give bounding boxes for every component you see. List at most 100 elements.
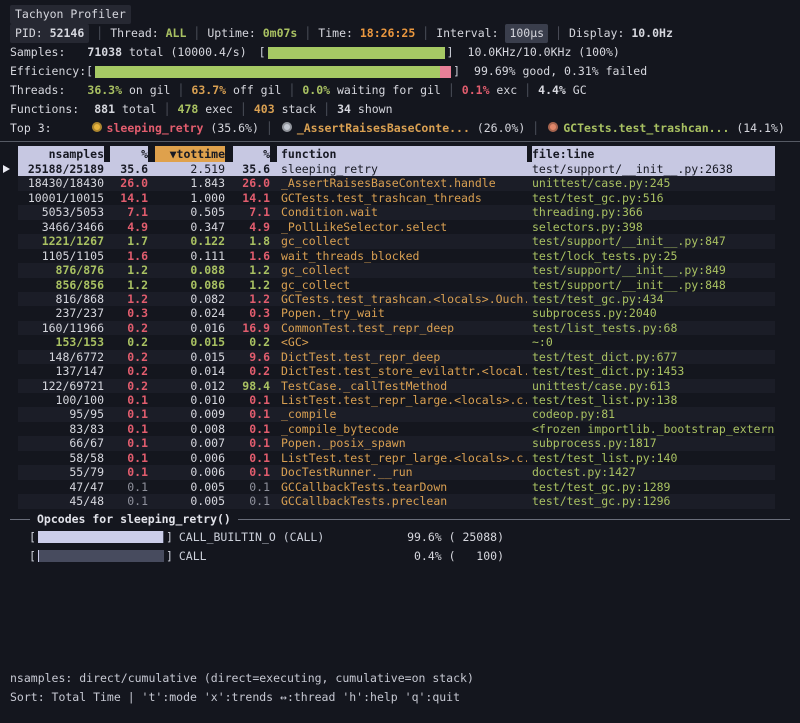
table-row[interactable]: 122/697210.20.01298.4TestCase._callTestM… — [0, 379, 800, 393]
cell-percent-direct: 0.1 — [110, 407, 148, 421]
cell-gap — [148, 393, 155, 407]
table-row[interactable]: 153/1530.20.0150.2<GC>~:0 — [0, 335, 800, 349]
row-gutter — [0, 191, 18, 205]
opcodes-title: Opcodes for sleeping_retry() — [37, 512, 231, 526]
column-header-tottime-sorted[interactable]: ▼tottime — [155, 146, 225, 162]
column-header-percent-2[interactable]: % — [233, 146, 270, 162]
cell-nsamples: 10001/10015 — [18, 191, 104, 205]
threads-line: Threads:36.3% on gil63.7% off gil0.0% wa… — [10, 81, 800, 100]
row-cells: 25188/2518935.62.51935.6sleeping_retryte… — [18, 162, 775, 176]
bar-open-bracket: [ — [86, 62, 93, 81]
cell-gap — [148, 422, 155, 436]
cell-file-line: test/support/__init__.py:847 — [532, 234, 775, 248]
table-row[interactable]: 25188/2518935.62.51935.6sleeping_retryte… — [0, 162, 800, 176]
cell-percent-direct: 0.3 — [110, 306, 148, 320]
table-row[interactable]: 856/8561.20.0861.2gc_collecttest/support… — [0, 278, 800, 292]
cell-function: <GC> — [277, 335, 527, 349]
opcode-bar-fill — [38, 550, 39, 562]
cell-percent-cumulative: 1.2 — [233, 292, 270, 306]
opcode-row: []CALL 0.4% ( 100) — [0, 547, 800, 566]
row-gutter — [0, 451, 18, 465]
cell-tottime: 0.005 — [155, 480, 225, 494]
cell-percent-direct: 0.1 — [110, 451, 148, 465]
cell-gap — [270, 263, 277, 277]
table-row[interactable]: 100/1000.10.0100.1ListTest.test_repr_lar… — [0, 393, 800, 407]
cell-function: CommonTest.test_repr_deep — [277, 321, 527, 335]
bar-open-bracket: [ — [259, 43, 266, 62]
cell-tottime: 0.122 — [155, 234, 225, 248]
top-status-section: Tachyon Profiler PID: 52146Thread: ALLUp… — [0, 0, 800, 138]
cell-gap — [225, 278, 233, 292]
row-gutter — [0, 292, 18, 306]
cell-nsamples: 25188/25189 — [18, 162, 104, 176]
table-row[interactable]: 47/470.10.0050.1GCCallbackTests.tearDown… — [0, 480, 800, 494]
cell-gap — [148, 465, 155, 479]
samples-bar — [268, 47, 445, 59]
app-title: Tachyon Profiler — [10, 5, 131, 24]
cell-nsamples: 148/6772 — [18, 350, 104, 364]
separator — [89, 24, 110, 43]
efficiency-bar-failed — [440, 66, 451, 78]
table-row[interactable]: 876/8761.20.0881.2gc_collecttest/support… — [0, 263, 800, 277]
efficiency-bar — [95, 66, 451, 78]
opcode-row: []CALL_BUILTIN_O (CALL)99.6% ( 25088) — [0, 528, 800, 547]
column-header-function[interactable]: function — [277, 146, 527, 162]
table-row[interactable]: 55/790.10.0060.1DocTestRunner.__rundocte… — [0, 465, 800, 479]
cell-percent-direct: 0.1 — [110, 422, 148, 436]
cell-gap — [270, 220, 277, 234]
cell-gap — [270, 480, 277, 494]
column-header-nsamples[interactable]: nsamples — [18, 146, 104, 162]
table-row[interactable]: 66/670.10.0070.1Popen._posix_spawnsubpro… — [0, 436, 800, 450]
cell-gap — [148, 234, 155, 248]
top3-function-name: sleeping_retry — [107, 121, 204, 135]
cell-tottime: 0.014 — [155, 364, 225, 378]
cell-gap — [148, 205, 155, 219]
column-header-file-line[interactable]: file:line — [532, 146, 775, 162]
cell-file-line: test/test_gc.py:1296 — [532, 494, 775, 508]
cell-nsamples: 45/48 — [18, 494, 104, 508]
cell-percent-direct: 14.1 — [110, 191, 148, 205]
cell-gap — [270, 205, 277, 219]
cell-gap — [225, 494, 233, 508]
table-row[interactable]: 10001/1001514.11.00014.1GCTests.test_tra… — [0, 191, 800, 205]
thread-value[interactable]: ALL — [166, 24, 187, 43]
table-row[interactable]: 1221/12671.70.1221.8gc_collecttest/suppo… — [0, 234, 800, 248]
cell-percent-cumulative: 4.9 — [233, 220, 270, 234]
table-row[interactable]: 18430/1843026.01.84326.0_AssertRaisesBas… — [0, 176, 800, 190]
table-row[interactable]: 137/1470.20.0140.2DictTest.test_store_ev… — [0, 364, 800, 378]
column-header-percent-1[interactable]: % — [110, 146, 148, 162]
cell-gap — [270, 436, 277, 450]
separator — [525, 121, 546, 135]
top3-function-name: GCTests.test_trashcan... — [563, 121, 729, 135]
cell-function: Condition.wait — [277, 205, 527, 219]
thread-stat-value: 4.4% — [538, 83, 566, 97]
table-row[interactable]: 95/950.10.0090.1_compilecodeop.py:81 — [0, 407, 800, 421]
row-cells: 100/1000.10.0100.1ListTest.test_repr_lar… — [18, 393, 775, 407]
cell-file-line: test/support/__init__.py:848 — [532, 278, 775, 292]
table-row[interactable]: 160/119660.20.01616.9CommonTest.test_rep… — [0, 321, 800, 335]
row-cells: 58/580.10.0060.1ListTest.test_repr_large… — [18, 451, 775, 465]
title-line: Tachyon Profiler — [10, 5, 800, 24]
table-row[interactable]: 3466/34664.90.3474.9_PollLikeSelector.se… — [0, 220, 800, 234]
table-row[interactable]: 45/480.10.0050.1GCCallbackTests.preclean… — [0, 494, 800, 508]
table-row[interactable]: 83/830.10.0080.1_compile_bytecode<frozen… — [0, 422, 800, 436]
cell-percent-direct: 1.6 — [110, 249, 148, 263]
table-header: nsamples % ▼tottime % function file:line — [0, 146, 800, 162]
threads-items: 36.3% on gil63.7% off gil0.0% waiting fo… — [87, 81, 586, 100]
silver-medal-icon — [282, 122, 292, 132]
table-row[interactable]: 5053/50537.10.5057.1Condition.waitthread… — [0, 205, 800, 219]
cell-percent-cumulative: 16.9 — [233, 321, 270, 335]
separator — [415, 24, 436, 43]
table-row[interactable]: 816/8681.20.0821.2GCTests.test_trashcan.… — [0, 292, 800, 306]
table-row[interactable]: 58/580.10.0060.1ListTest.test_repr_large… — [0, 451, 800, 465]
cell-tottime: 0.015 — [155, 335, 225, 349]
table-row[interactable]: 148/67720.20.0159.6DictTest.test_repr_de… — [0, 350, 800, 364]
cell-percent-direct: 0.2 — [110, 335, 148, 349]
pid-field: PID: 52146 — [10, 24, 89, 43]
row-gutter — [0, 494, 18, 508]
table-row[interactable]: 1105/11051.60.1111.6wait_threads_blocked… — [0, 249, 800, 263]
separator — [316, 102, 337, 116]
cell-nsamples: 18430/18430 — [18, 176, 104, 190]
table-row[interactable]: 237/2370.30.0240.3Popen._try_waitsubproc… — [0, 306, 800, 320]
cell-gap — [148, 451, 155, 465]
